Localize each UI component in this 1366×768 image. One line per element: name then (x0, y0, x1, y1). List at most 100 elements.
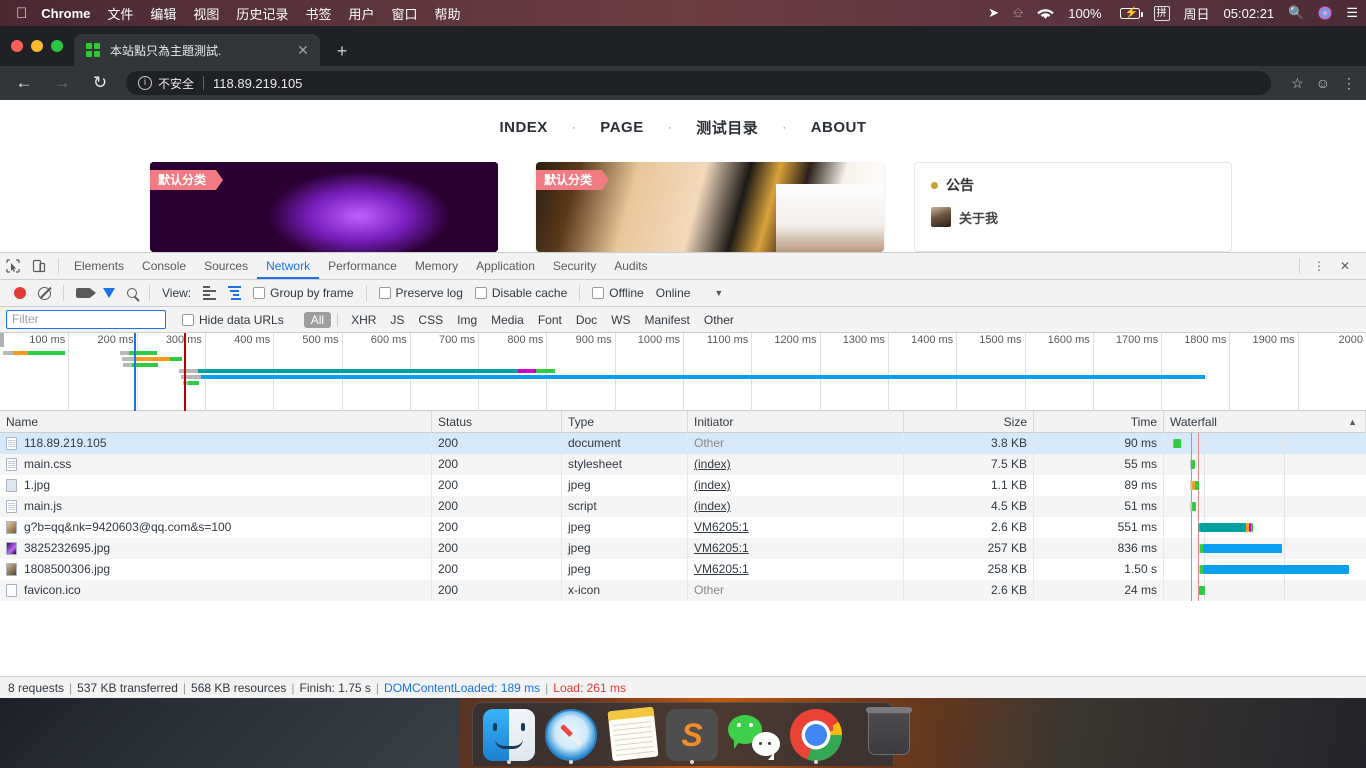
device-toolbar-icon[interactable] (26, 253, 52, 279)
control-center-icon[interactable]: ☰ (1346, 5, 1358, 21)
close-icon[interactable]: ✕ (294, 42, 312, 59)
table-row[interactable]: 1.jpg 200 jpeg (index) 1.1 KB 89 ms (0, 475, 1366, 496)
category-badge[interactable]: 默认分类 (150, 170, 224, 190)
hide-data-urls-checkbox[interactable]: Hide data URLs (176, 306, 290, 333)
paper-plane-icon[interactable]: ➤ (988, 5, 999, 21)
initiator-link[interactable]: (index) (694, 457, 731, 471)
inspect-cursor-icon[interactable] (0, 253, 26, 279)
column-header-type[interactable]: Type (562, 410, 688, 433)
menubar-item-window[interactable]: 窗口 (391, 4, 417, 23)
table-row[interactable]: favicon.ico 200 x-icon Other 2.6 KB 24 ms (0, 580, 1366, 601)
menubar-app-name[interactable]: Chrome (41, 6, 90, 21)
info-circle-icon[interactable]: i (138, 76, 152, 90)
reload-icon[interactable]: ↻ (86, 69, 114, 97)
throttling-select[interactable]: Online ▼ (650, 280, 730, 307)
spotlight-search-icon[interactable]: 🔍 (1288, 5, 1304, 21)
column-header-name[interactable]: Name (0, 410, 432, 433)
initiator-link[interactable]: VM6205:1 (694, 562, 749, 576)
tab-elements[interactable]: Elements (65, 253, 133, 279)
column-header-initiator[interactable]: Initiator (688, 410, 904, 433)
waterfall-bar[interactable] (1202, 544, 1283, 553)
dock-item-trash[interactable] (862, 707, 912, 761)
window-minimize-button[interactable] (31, 40, 43, 52)
menubar-item-edit[interactable]: 编辑 (150, 4, 176, 23)
arrow-right-icon[interactable]: → (48, 69, 76, 97)
dock-item-notes[interactable] (607, 706, 659, 762)
initiator-link[interactable]: VM6205:1 (694, 541, 749, 555)
dock-item-chrome[interactable] (790, 709, 842, 764)
network-overview-timeline[interactable]: 100 ms 200 ms 300 ms 400 ms 500 ms 600 ms 700 … (0, 333, 1366, 411)
table-row[interactable]: main.css 200 stylesheet (index) 7.5 KB 55 ms (0, 454, 1366, 475)
table-row[interactable]: 118.89.219.105 200 document Other 3.8 KB 90 m… (0, 433, 1366, 454)
input-method-indicator[interactable]: 拼 (1153, 5, 1170, 21)
menubar-clock[interactable]: 05:02:21 (1224, 6, 1275, 21)
dock-item-wechat[interactable] (728, 709, 780, 761)
filter-type-ws[interactable]: WS (604, 312, 637, 328)
post-card[interactable]: 默认分类 (150, 162, 498, 252)
post-card[interactable]: 默认分类 (536, 162, 884, 252)
tab-console[interactable]: Console (133, 253, 195, 279)
filter-type-other[interactable]: Other (697, 312, 741, 328)
tab-network[interactable]: Network (257, 253, 319, 279)
filter-type-manifest[interactable]: Manifest (638, 312, 697, 328)
star-icon[interactable]: ☆ (1291, 75, 1304, 92)
three-dots-vertical-icon[interactable]: ⋮ (1306, 253, 1332, 279)
menubar-item-bookmarks[interactable]: 书签 (305, 4, 331, 23)
announcement-entry[interactable]: 关于我 (931, 207, 1215, 227)
waterfall-bar[interactable] (1198, 586, 1205, 595)
wifi-icon[interactable] (1037, 7, 1054, 20)
tab-audits[interactable]: Audits (605, 253, 656, 279)
initiator-link[interactable]: VM6205:1 (694, 520, 749, 534)
screenshot-button[interactable] (70, 280, 97, 307)
menubar-item-history[interactable]: 历史记录 (236, 4, 288, 23)
menubar-item-file[interactable]: 文件 (107, 4, 133, 23)
tab-sources[interactable]: Sources (195, 253, 257, 279)
tab-memory[interactable]: Memory (406, 253, 467, 279)
nav-item-test-directory[interactable]: 测试目录 (696, 117, 758, 138)
apple-logo-icon[interactable]:  (16, 6, 27, 21)
search-button[interactable] (121, 280, 143, 307)
dock-item-sublime-text[interactable] (666, 709, 718, 764)
column-header-status[interactable]: Status (432, 410, 562, 433)
filter-type-media[interactable]: Media (484, 312, 531, 328)
menubar-item-view[interactable]: 视图 (193, 4, 219, 23)
table-row[interactable]: 1808500306.jpg 200 jpeg VM6205:1 258 KB 1.50 … (0, 559, 1366, 580)
waterfall-bar[interactable] (1174, 439, 1182, 448)
table-row[interactable]: main.js 200 script (index) 4.5 KB 51 ms (0, 496, 1366, 517)
filter-type-doc[interactable]: Doc (569, 312, 604, 328)
nav-item-index[interactable]: INDEX (499, 119, 547, 136)
column-header-size[interactable]: Size (904, 410, 1034, 433)
three-dots-vertical-icon[interactable]: ⋮ (1342, 75, 1356, 92)
filter-input[interactable]: Filter (6, 310, 166, 329)
window-close-button[interactable] (11, 40, 23, 52)
dock-item-safari[interactable] (545, 709, 597, 764)
column-header-time[interactable]: Time (1034, 410, 1164, 433)
filter-type-font[interactable]: Font (531, 312, 569, 328)
nav-item-page[interactable]: PAGE (600, 119, 643, 136)
group-by-frame-checkbox[interactable]: Group by frame (247, 280, 359, 307)
filter-type-xhr[interactable]: XHR (344, 312, 383, 328)
preserve-log-checkbox[interactable]: Preserve log (373, 280, 469, 307)
profile-avatar-icon[interactable]: ☺ (1316, 75, 1330, 91)
clear-button[interactable] (32, 280, 57, 307)
tab-performance[interactable]: Performance (319, 253, 406, 279)
list-view-button[interactable] (197, 280, 222, 307)
filter-toggle-button[interactable] (97, 280, 121, 307)
new-tab-button[interactable]: + (332, 42, 352, 62)
table-row[interactable]: g?b=qq&nk=9420603@qq.com&s=100 200 jpeg VM6… (0, 517, 1366, 538)
initiator-link[interactable]: (index) (694, 499, 731, 513)
waterfall-view-button[interactable] (222, 280, 247, 307)
waterfall-bar[interactable] (1195, 481, 1199, 490)
filter-type-css[interactable]: CSS (411, 312, 450, 328)
waterfall-bar[interactable] (1200, 523, 1246, 532)
arrow-left-icon[interactable]: ← (10, 69, 38, 97)
filter-type-img[interactable]: Img (450, 312, 484, 328)
offline-checkbox[interactable]: Offline (586, 280, 649, 307)
window-maximize-button[interactable] (51, 40, 63, 52)
waterfall-bar[interactable] (1191, 460, 1196, 469)
initiator-link[interactable]: (index) (694, 478, 731, 492)
waterfall-bar[interactable] (1191, 502, 1196, 511)
browser-tab[interactable]: 本站點只為主題測試. ✕ (74, 34, 320, 66)
menubar-item-profiles[interactable]: 用户 (348, 4, 374, 23)
siri-icon[interactable] (1318, 6, 1332, 20)
